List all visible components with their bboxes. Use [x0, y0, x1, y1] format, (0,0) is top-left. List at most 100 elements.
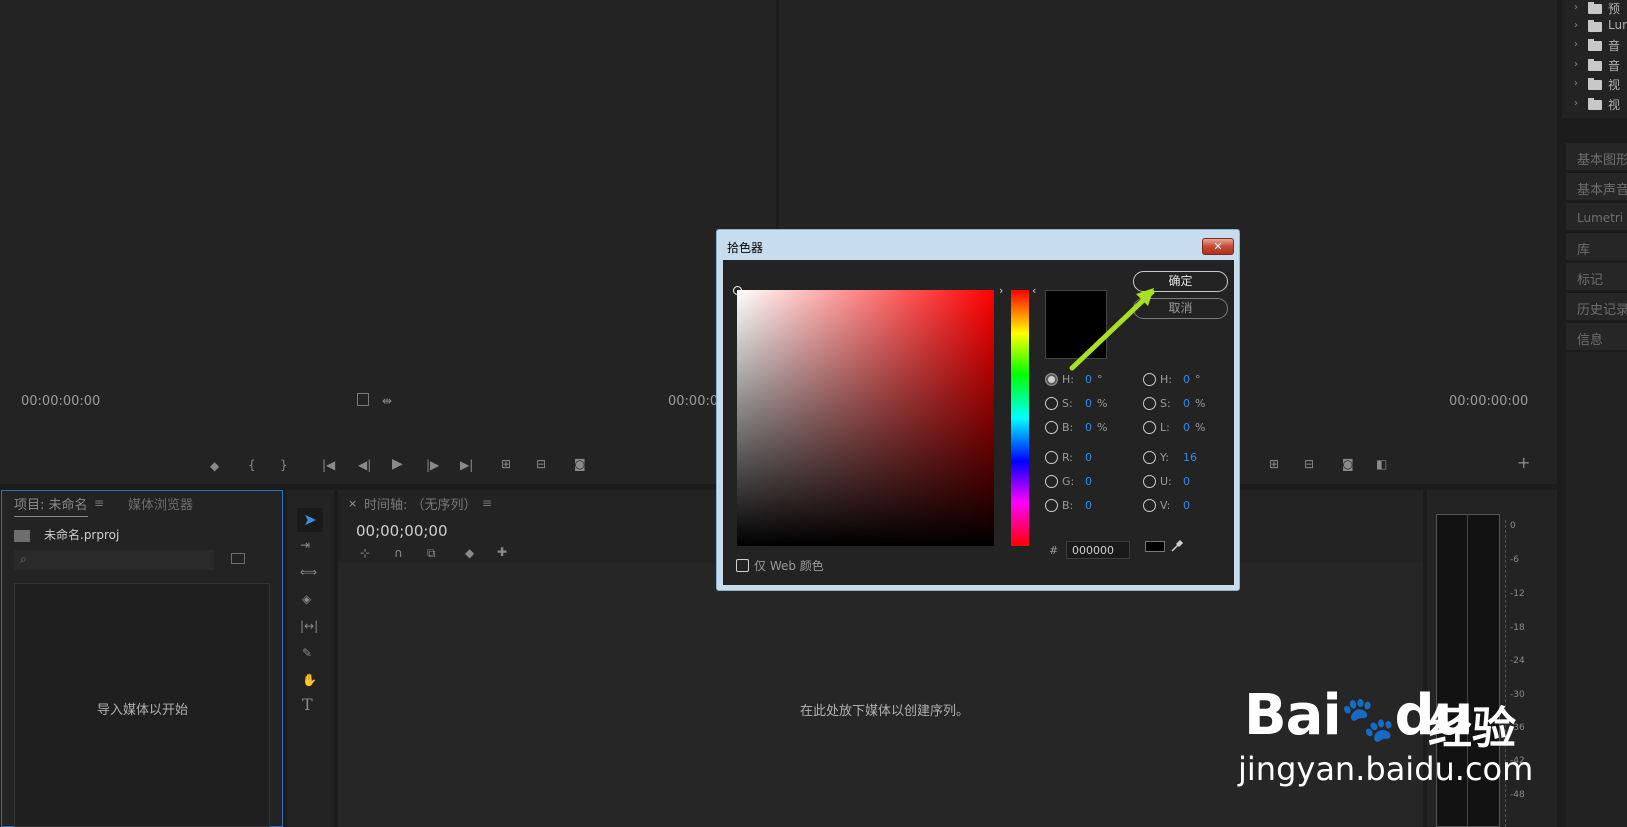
selection-tool-icon[interactable]: ➤	[297, 508, 323, 532]
radio-button[interactable]	[1045, 451, 1058, 464]
add-icon[interactable]: +	[1517, 455, 1530, 471]
menu-icon[interactable]: ≡	[94, 496, 104, 510]
field-value[interactable]: 0	[1085, 451, 1092, 464]
effects-folder-item[interactable]: › 音	[1574, 37, 1627, 56]
field-label: B:	[1062, 421, 1074, 434]
panel-markers[interactable]: 标记	[1566, 262, 1627, 290]
tab-media-browser[interactable]: 媒体浏览器	[128, 494, 193, 513]
linked-selection-icon[interactable]: ⧉	[427, 546, 436, 560]
panel-essential-graphics[interactable]: 基本图形	[1566, 142, 1627, 170]
effects-folder-item[interactable]: › 音	[1574, 57, 1627, 76]
step-back-icon[interactable]: ◀|	[358, 458, 371, 472]
new-bin-icon[interactable]	[231, 553, 245, 564]
drag-audio-icon[interactable]: ⇹	[382, 394, 392, 408]
radio-button[interactable]	[1045, 499, 1058, 512]
radio-button[interactable]	[1045, 421, 1058, 434]
field-value[interactable]: 16	[1183, 451, 1197, 464]
panel-history[interactable]: 历史记录	[1566, 292, 1627, 320]
eyedropper-icon[interactable]	[1170, 539, 1184, 553]
slip-icon[interactable]: |↔|	[300, 619, 318, 633]
radio-button[interactable]	[1143, 421, 1156, 434]
source-timecode[interactable]: 00:00:00:00	[21, 394, 100, 409]
panel-libraries[interactable]: 库	[1566, 232, 1627, 260]
ripple-edit-icon[interactable]: ⟺	[300, 565, 317, 579]
watermark-cn: 经验	[1428, 703, 1516, 754]
search-icon: ⌕	[20, 552, 27, 566]
source-monitor	[0, 0, 776, 484]
effects-folder-item[interactable]: › Lun	[1574, 18, 1627, 37]
tab-timeline[interactable]: 时间轴: （无序列）	[364, 494, 477, 513]
pen-icon[interactable]: ✎	[302, 646, 312, 660]
settings-frame-icon[interactable]	[357, 393, 369, 406]
go-to-out-icon[interactable]: ▶|	[460, 458, 473, 472]
menu-icon[interactable]: ≡	[482, 496, 492, 510]
in-point-icon[interactable]: {	[248, 458, 256, 472]
wrench-icon[interactable]: ✚	[497, 545, 507, 559]
close-icon[interactable]: ✕	[1202, 238, 1234, 255]
track-select-icon[interactable]: ⇥	[300, 538, 310, 552]
close-icon[interactable]: ×	[348, 497, 357, 510]
radio-button[interactable]	[1143, 475, 1156, 488]
panel-lumetri-color[interactable]: Lumetri 颜	[1566, 202, 1627, 230]
overwrite-icon[interactable]: ⊟	[536, 457, 546, 471]
out-point-icon[interactable]: }	[280, 458, 288, 472]
effects-folder-item[interactable]: › 视	[1574, 96, 1627, 115]
hue-slider-arrow-right[interactable]: ‹	[1032, 284, 1036, 297]
field-value[interactable]: 0	[1085, 475, 1092, 488]
folder-icon	[1588, 59, 1602, 71]
field-value[interactable]: 0	[1085, 421, 1092, 434]
compare-icon[interactable]: ◧	[1376, 457, 1387, 471]
color-cursor[interactable]	[733, 286, 742, 295]
field-value[interactable]: 0	[1183, 397, 1190, 410]
field-value[interactable]: 0	[1183, 499, 1190, 512]
step-forward-icon[interactable]: |▶	[426, 458, 439, 472]
insert-icon[interactable]: ⊞	[1269, 457, 1279, 471]
saturation-brightness-field[interactable]	[733, 286, 994, 546]
timeline-timecode[interactable]: 00;00;00;00	[356, 522, 448, 540]
program-timecode-left[interactable]: 00:00:0	[668, 394, 718, 409]
folder-icon	[1588, 39, 1602, 51]
field-value[interactable]: 0	[1183, 421, 1190, 434]
razor-icon[interactable]: ◈	[302, 592, 311, 606]
camera-icon[interactable]: ◙	[574, 457, 586, 471]
radio-button[interactable]	[1045, 475, 1058, 488]
program-timecode[interactable]: 00:00:00:00	[1449, 394, 1528, 409]
effects-folder-item[interactable]: › 视	[1574, 76, 1627, 95]
hue-slider[interactable]	[1011, 290, 1029, 546]
hex-input[interactable]: 000000	[1066, 541, 1130, 559]
go-to-in-icon[interactable]: |◀	[322, 458, 335, 472]
chevron-right-icon: ›	[1574, 39, 1578, 50]
project-file-name: 未命名.prproj	[44, 528, 120, 542]
radio-button[interactable]	[1143, 451, 1156, 464]
right-empty-area	[1566, 352, 1627, 827]
project-file-icon	[14, 530, 30, 542]
field-label: V:	[1160, 499, 1171, 512]
panel-essential-sound[interactable]: 基本声音	[1566, 172, 1627, 200]
annotation-arrow	[1069, 288, 1155, 371]
radio-button[interactable]	[1143, 397, 1156, 410]
checkbox-box[interactable]	[736, 559, 749, 572]
panel-info[interactable]: 信息	[1566, 322, 1627, 350]
effects-folder-item[interactable]: › 预	[1574, 0, 1627, 19]
play-icon[interactable]: ▶	[392, 457, 403, 471]
snap-icon[interactable]: ∩	[394, 546, 403, 560]
field-value[interactable]: 0	[1183, 373, 1190, 386]
field-value[interactable]: 0	[1183, 475, 1190, 488]
camera-icon[interactable]: ◙	[1342, 457, 1354, 471]
radio-button[interactable]	[1143, 499, 1156, 512]
meter-tick: -6	[1510, 555, 1519, 565]
marker-icon[interactable]: ◆	[210, 459, 219, 473]
nest-icon[interactable]: ⊹	[360, 546, 370, 560]
search-input[interactable]	[14, 550, 214, 570]
type-tool-icon[interactable]: T	[302, 697, 313, 713]
field-unit: °	[1195, 373, 1201, 386]
overwrite-icon[interactable]: ⊟	[1304, 457, 1314, 471]
tab-project[interactable]: 项目: 未命名	[14, 494, 88, 517]
marker-icon[interactable]: ◆	[465, 546, 474, 560]
hand-icon[interactable]: ✋	[302, 673, 317, 687]
field-value[interactable]: 0	[1085, 499, 1092, 512]
field-value[interactable]: 0	[1085, 397, 1092, 410]
insert-icon[interactable]: ⊞	[501, 457, 511, 471]
hue-slider-arrow-left[interactable]: ›	[999, 284, 1003, 297]
radio-button[interactable]	[1045, 397, 1058, 410]
